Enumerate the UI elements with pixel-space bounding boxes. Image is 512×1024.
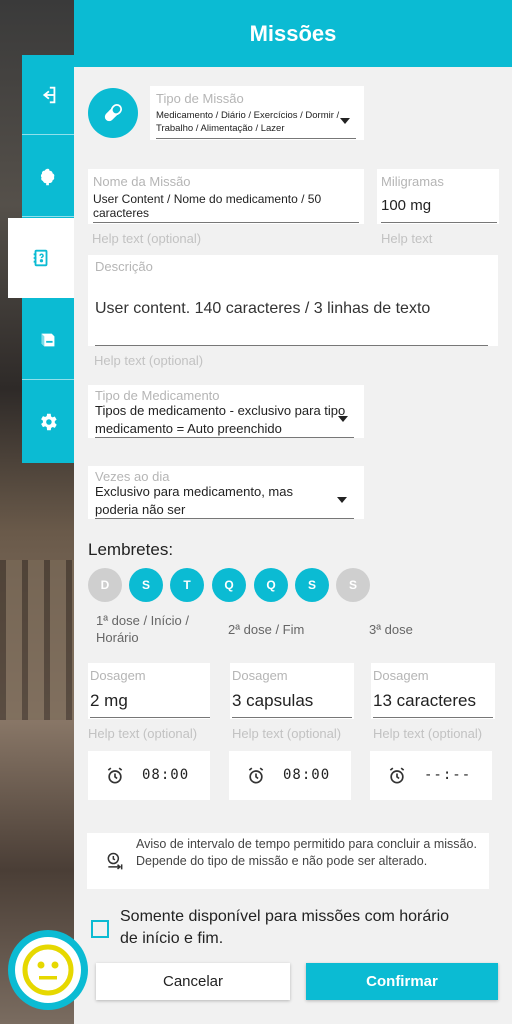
- dose-3-time-picker[interactable]: --:--: [370, 751, 492, 800]
- chevron-down-icon: [338, 416, 348, 422]
- nav-item-missions[interactable]: [8, 218, 74, 298]
- dose-3-time: --:--: [424, 767, 472, 783]
- mission-name-value: User Content / Nome do medicamento / 50 …: [93, 192, 322, 220]
- description-label: Descrição: [95, 259, 153, 274]
- medication-type-underline: [95, 437, 354, 438]
- mission-name-underline: [93, 222, 359, 223]
- nav-item-exit[interactable]: [22, 55, 74, 135]
- mission-type-select[interactable]: Tipo de Missão Medicamento / Diário / Ex…: [150, 86, 364, 140]
- dose-3-help: Help text (optional): [373, 726, 483, 741]
- header: Missões: [74, 0, 512, 67]
- dose-2-dosage-label: Dosagem: [232, 668, 288, 683]
- confirm-button[interactable]: Confirmar: [306, 963, 498, 1000]
- day-toggle-tuesday[interactable]: T: [170, 568, 204, 602]
- clock-interval-icon: [107, 852, 123, 870]
- mission-name-label: Nome da Missão: [93, 174, 191, 189]
- cancel-button[interactable]: Cancelar: [96, 963, 290, 1000]
- time-interval-notice: Aviso de intervalo de tempo permitido pa…: [87, 833, 489, 889]
- mission-name-help: Help text (optional): [92, 231, 202, 246]
- mission-type-label: Tipo de Missão: [156, 91, 244, 106]
- avatar[interactable]: [8, 930, 88, 1010]
- pill-icon: [104, 103, 123, 122]
- day-toggle-thursday[interactable]: Q: [254, 568, 288, 602]
- notice-text: Aviso de intervalo de tempo permitido pa…: [136, 837, 477, 868]
- mission-name-field[interactable]: Nome da Missão User Content / Nome do me…: [88, 169, 364, 224]
- description-field[interactable]: Descrição User content. 140 caracteres /…: [88, 255, 498, 346]
- milligrams-field[interactable]: Miligramas 100 mg: [377, 169, 499, 224]
- dose-3-dosage-label: Dosagem: [373, 668, 429, 683]
- times-per-day-underline: [95, 518, 354, 519]
- reminders-label: Lembretes:: [88, 540, 174, 559]
- dose-1-dosage-value: 2 mg: [90, 691, 128, 710]
- medication-type-select[interactable]: Tipo de Medicamento Tipos de medicamento…: [88, 385, 364, 438]
- dose-2-dosage-field[interactable]: Dosagem 3 capsulas: [230, 663, 354, 719]
- dose-1-title: 1ª dose / Início / Horário: [96, 613, 189, 645]
- dose-3-dosage-value: 13 caracteres: [373, 691, 476, 710]
- schedule-only-checkbox[interactable]: [91, 920, 109, 938]
- dose-1-dosage-field[interactable]: Dosagem 2 mg: [88, 663, 210, 719]
- dose-2-dosage-value: 3 capsulas: [232, 691, 314, 710]
- day-toggle-saturday[interactable]: S: [336, 568, 370, 602]
- nav-item-settings[interactable]: [22, 382, 74, 462]
- milligrams-underline: [381, 222, 497, 223]
- mission-type-underline: [156, 138, 356, 139]
- milligrams-value: 100 mg: [381, 197, 432, 214]
- chevron-down-icon: [337, 497, 347, 503]
- dose-1-dosage-label: Dosagem: [90, 668, 146, 683]
- stack-book-icon: [41, 333, 55, 346]
- mission-type-value: Medicamento / Diário / Exercícios / Dorm…: [156, 110, 340, 134]
- day-toggle-friday[interactable]: S: [295, 568, 329, 602]
- dose-2-underline: [232, 717, 352, 718]
- milligrams-label: Miligramas: [381, 174, 444, 189]
- dose-1-time-picker[interactable]: 08:00: [88, 751, 210, 800]
- avatar-frame: [15, 937, 81, 1003]
- nav-item-library[interactable]: [22, 300, 74, 380]
- alarm-clock-icon: [107, 767, 123, 784]
- nav-item-brain[interactable]: [22, 137, 74, 217]
- brain-icon: [40, 168, 55, 185]
- alarm-clock-icon: [248, 767, 264, 784]
- missions-panel: Missões Tipo de Missão Medicamento / Diá…: [74, 0, 512, 1024]
- dose-3-underline: [373, 717, 493, 718]
- neutral-face-icon: [22, 944, 74, 996]
- dose-2-time-picker[interactable]: 08:00: [229, 751, 351, 800]
- mission-type-button[interactable]: [88, 88, 138, 138]
- page-title: Missões: [249, 20, 337, 46]
- times-per-day-select[interactable]: Vezes ao dia Exclusivo para medicamento,…: [88, 466, 364, 519]
- dose-3-dosage-field[interactable]: Dosagem 13 caracteres: [371, 663, 495, 719]
- day-toggle-wednesday[interactable]: Q: [212, 568, 246, 602]
- medication-type-value: Tipos de medicamento - exclusivo para ti…: [95, 403, 346, 436]
- description-underline: [95, 345, 488, 346]
- dose-3-title: 3ª dose: [369, 622, 413, 637]
- times-per-day-value: Exclusivo para medicamento, mas poderia …: [95, 484, 293, 517]
- dose-2-help: Help text (optional): [232, 726, 342, 741]
- dose-1-help: Help text (optional): [88, 726, 198, 741]
- chevron-down-icon: [340, 118, 350, 124]
- alarm-clock-icon: [389, 767, 405, 784]
- schedule-only-label: Somente disponível para missões com horá…: [120, 908, 450, 947]
- exit-icon: [42, 86, 56, 103]
- day-toggle-monday[interactable]: S: [129, 568, 163, 602]
- mission-book-icon: [33, 249, 48, 267]
- times-per-day-label: Vezes ao dia: [95, 469, 170, 484]
- dose-1-underline: [90, 717, 210, 718]
- milligrams-help: Help text: [381, 231, 433, 246]
- side-navigation: [8, 55, 74, 463]
- gear-icon: [41, 413, 57, 431]
- dose-1-time: 08:00: [142, 767, 190, 783]
- day-toggle-sunday[interactable]: D: [88, 568, 122, 602]
- description-help: Help text (optional): [94, 353, 204, 368]
- dose-2-time: 08:00: [283, 767, 331, 783]
- description-value: User content. 140 caracteres / 3 linhas …: [95, 300, 431, 317]
- dose-2-title: 2ª dose / Fim: [228, 622, 305, 637]
- medication-type-label: Tipo de Medicamento: [95, 388, 220, 403]
